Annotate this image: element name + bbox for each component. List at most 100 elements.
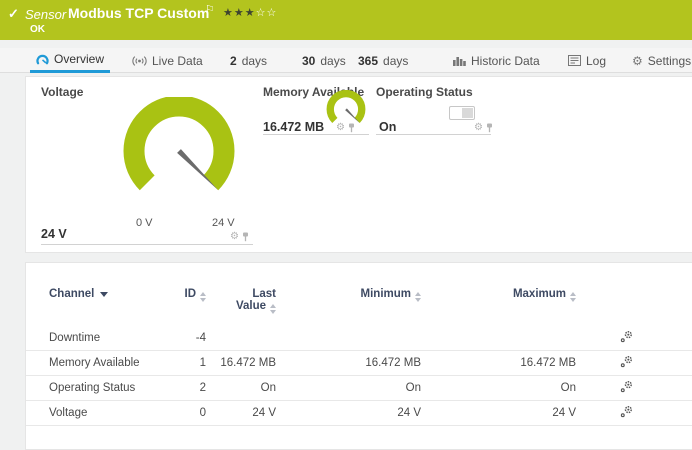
gear-icon[interactable]: ⚙	[230, 232, 239, 242]
priority-stars[interactable]: ★★★☆☆	[223, 6, 277, 19]
cell-channel: Operating Status	[49, 382, 181, 394]
table-row-memory-available: Memory Available 1 16.472 MB 16.472 MB 1…	[26, 351, 692, 376]
memory-value: 16.472 MB	[263, 120, 324, 134]
log-icon	[568, 55, 581, 66]
voltage-scale-min: 0 V	[136, 217, 153, 229]
cell-id: -4	[181, 332, 206, 344]
sorted-desc-icon	[100, 292, 108, 297]
tab-2-days-number: 2	[230, 54, 237, 68]
gear-icon: ⚙	[632, 54, 643, 68]
table-row-downtime: Downtime -4	[26, 326, 692, 351]
memory-divider	[263, 134, 369, 135]
pin-icon[interactable]	[486, 123, 493, 133]
column-header-minimum[interactable]: Minimum	[276, 288, 421, 302]
object-type-label: Sensor	[25, 7, 66, 22]
operating-status-divider	[376, 134, 491, 135]
cell-last-value: On	[206, 382, 276, 394]
column-header-id[interactable]: ID	[181, 288, 206, 302]
gear-icon[interactable]: ⚙	[474, 123, 483, 133]
column-header-minimum-label: Minimum	[361, 288, 411, 300]
column-header-id-label: ID	[185, 288, 197, 300]
cell-maximum: On	[421, 382, 576, 394]
cell-maximum: 16.472 MB	[421, 357, 576, 369]
operating-status-panel-title: Operating Status	[376, 85, 473, 99]
channel-settings-icon[interactable]	[620, 355, 633, 371]
gear-icon[interactable]: ⚙	[336, 123, 345, 133]
column-header-last-label: Last	[252, 288, 276, 300]
tab-settings-label: Settings	[648, 54, 691, 68]
cell-id: 0	[181, 407, 206, 419]
voltage-value-actions: ⚙	[230, 232, 249, 242]
sort-icon	[270, 304, 276, 314]
stars-empty[interactable]: ☆☆	[256, 7, 278, 19]
tab-overview[interactable]: Overview	[30, 48, 110, 73]
voltage-panel-title: Voltage	[41, 85, 83, 99]
stars-filled[interactable]: ★★★	[223, 7, 256, 19]
cell-last-value: 24 V	[206, 407, 276, 419]
voltage-scale-max: 24 V	[212, 217, 235, 229]
live-signal-icon	[132, 55, 147, 67]
tab-historic-data-label: Historic Data	[471, 54, 540, 68]
voltage-divider	[41, 244, 253, 245]
pin-icon[interactable]	[348, 123, 355, 133]
column-header-channel-label: Channel	[49, 288, 94, 300]
cell-last-value: 16.472 MB	[206, 357, 276, 369]
column-header-last-value[interactable]: Last Value	[206, 288, 276, 314]
sensor-title: Modbus TCP Custom	[68, 5, 209, 21]
memory-value-actions: ⚙	[336, 123, 355, 133]
tab-30-days[interactable]: 30 days	[296, 48, 352, 73]
overview-gauges-panel: Voltage 0 V 24 V 24 V ⚙ Memory Available…	[25, 76, 692, 253]
column-header-maximum-label: Maximum	[513, 288, 566, 300]
cell-minimum: On	[276, 382, 421, 394]
channel-settings-icon[interactable]	[620, 380, 633, 396]
column-header-channel[interactable]: Channel	[49, 288, 181, 300]
sort-icon	[570, 292, 576, 302]
cell-minimum: 24 V	[276, 407, 421, 419]
cell-channel: Downtime	[49, 332, 181, 344]
tab-settings[interactable]: ⚙ Settings	[626, 48, 692, 73]
voltage-value: 24 V	[41, 227, 67, 241]
cell-minimum: 16.472 MB	[276, 357, 421, 369]
cell-channel: Memory Available	[49, 357, 181, 369]
cell-channel: Voltage	[49, 407, 181, 419]
operating-status-value: On	[379, 120, 396, 134]
channel-table-header: Channel ID Last Value Minimum Maximum	[26, 288, 692, 326]
tab-overview-label: Overview	[54, 52, 104, 66]
tab-2-days[interactable]: 2 days	[224, 48, 273, 73]
voltage-gauge-arc	[134, 106, 224, 183]
status-check-icon: ✓	[8, 6, 19, 22]
tab-historic-data[interactable]: Historic Data	[446, 48, 546, 73]
cell-id: 1	[181, 357, 206, 369]
table-row-operating-status: Operating Status 2 On On On	[26, 376, 692, 401]
switch-knob	[462, 108, 473, 118]
tab-bar: Overview Live Data 2 days 30 days 365 da…	[0, 48, 692, 73]
pin-icon[interactable]	[242, 232, 249, 242]
voltage-gauge	[119, 97, 239, 214]
tab-30-days-number: 30	[302, 54, 315, 68]
tab-365-days-label: days	[383, 54, 408, 68]
sensor-status-bar: ✓ Sensor Modbus TCP Custom ⚐ ★★★☆☆ OK	[0, 0, 692, 40]
tab-365-days-number: 365	[358, 54, 378, 68]
cell-id: 2	[181, 382, 206, 394]
flag-icon[interactable]: ⚐	[205, 3, 215, 16]
table-row-voltage: Voltage 0 24 V 24 V 24 V	[26, 401, 692, 426]
channel-settings-icon[interactable]	[620, 330, 633, 346]
tab-log-label: Log	[586, 54, 606, 68]
column-header-maximum[interactable]: Maximum	[421, 288, 576, 302]
tab-30-days-label: days	[320, 54, 345, 68]
status-badge: OK	[30, 24, 45, 35]
tab-365-days[interactable]: 365 days	[352, 48, 414, 73]
operating-status-value-actions: ⚙	[474, 123, 493, 133]
tab-live-data[interactable]: Live Data	[126, 48, 209, 73]
operating-status-switch	[449, 106, 475, 120]
tab-live-data-label: Live Data	[152, 54, 203, 68]
tab-log[interactable]: Log	[562, 48, 612, 73]
channel-table-panel: Channel ID Last Value Minimum Maximum Do…	[25, 262, 692, 450]
cell-maximum: 24 V	[421, 407, 576, 419]
chart-icon	[452, 55, 466, 66]
gauge-icon	[36, 53, 49, 66]
memory-gauge-arc	[330, 94, 362, 121]
channel-settings-icon[interactable]	[620, 405, 633, 421]
tab-2-days-label: days	[242, 54, 267, 68]
column-header-value-label: Value	[236, 300, 266, 312]
